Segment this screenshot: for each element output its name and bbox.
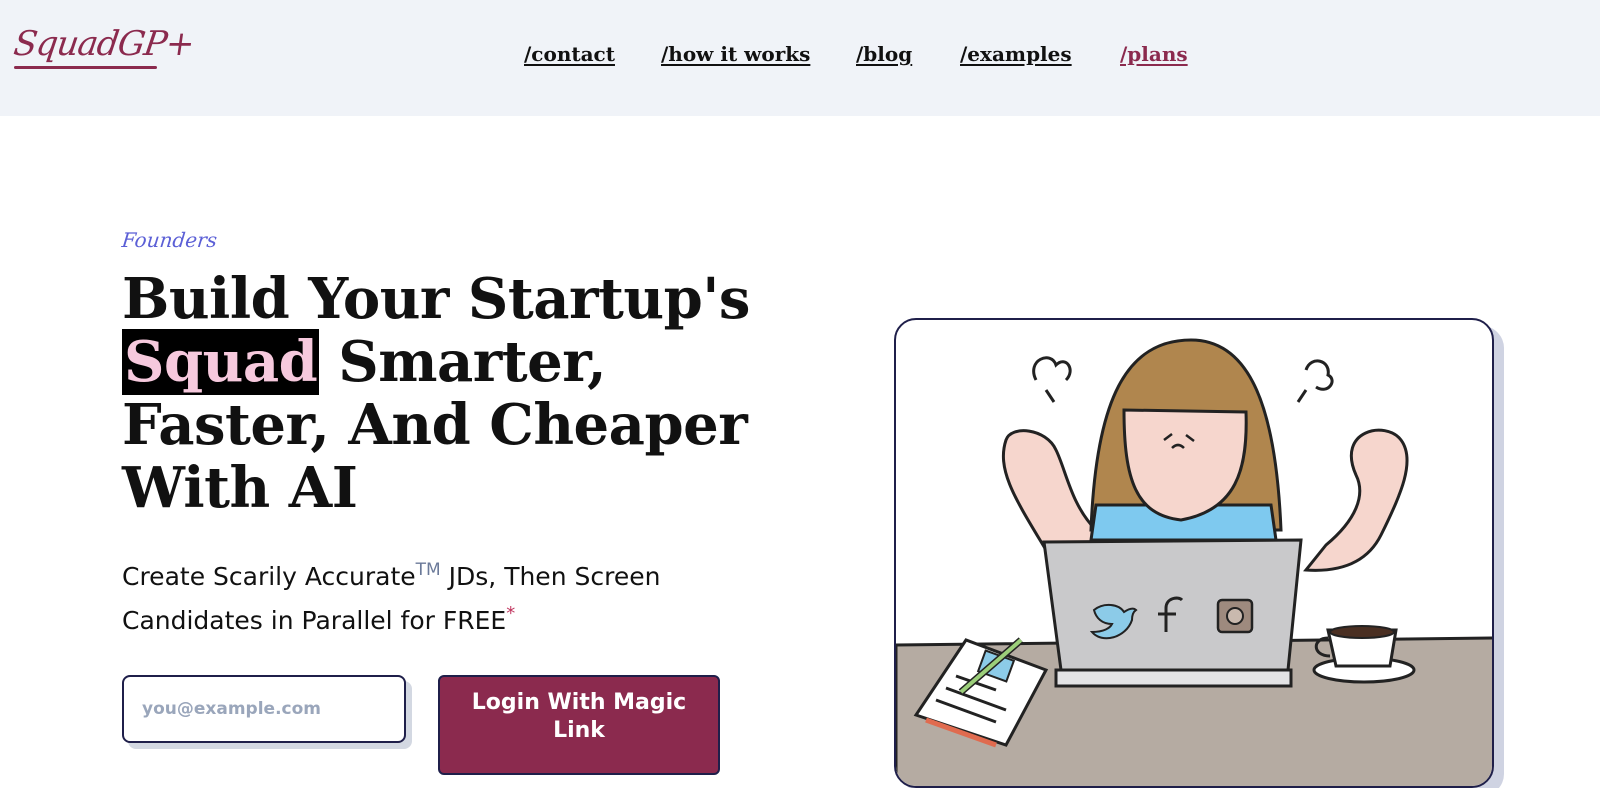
instagram-icon-lens <box>1226 607 1244 625</box>
headline-line-2: Smarter, <box>319 329 607 395</box>
nav-link-plans[interactable]: /plans <box>1120 42 1188 66</box>
right-arm <box>1303 428 1409 572</box>
eyebrow-label: Founders <box>120 228 219 252</box>
nav-link-blog[interactable]: /blog <box>856 42 912 66</box>
login-magic-link-button[interactable]: Login With Magic Link <box>438 675 720 775</box>
hero-headline: Build Your Startup's Squad Smarter, Fast… <box>122 268 762 520</box>
subhead-text-1: Create Scarily Accurate <box>122 562 416 591</box>
laptop-base <box>1054 668 1293 688</box>
trademark-mark: TM <box>415 560 441 580</box>
hero-subheading: Create Scarily AccurateTM JDs, Then Scre… <box>122 552 722 639</box>
nav-link-examples[interactable]: /examples <box>960 42 1072 66</box>
steam-right-icon <box>1296 359 1334 403</box>
email-input[interactable] <box>122 675 406 743</box>
site-header: SquadGP+ /contact /how it works /blog /e… <box>0 0 1600 116</box>
frustrated-founder-illustration <box>896 338 1492 786</box>
headline-line-1: Build Your Startup's <box>122 266 750 332</box>
hero-illustration <box>894 318 1494 788</box>
nav-link-contact[interactable]: /contact <box>524 42 615 66</box>
nav-link-how-it-works[interactable]: /how it works <box>661 42 810 66</box>
headline-highlight: Squad <box>122 329 320 395</box>
asterisk-mark: * <box>506 603 516 624</box>
headline-line-4: With AI <box>122 455 358 521</box>
headline-line-3: Faster, And Cheaper <box>122 392 748 458</box>
laptop <box>1042 538 1303 672</box>
main-nav: /contact /how it works /blog /examples /… <box>0 42 1600 72</box>
steam-left-icon <box>1032 356 1072 403</box>
coffee <box>1329 625 1395 639</box>
